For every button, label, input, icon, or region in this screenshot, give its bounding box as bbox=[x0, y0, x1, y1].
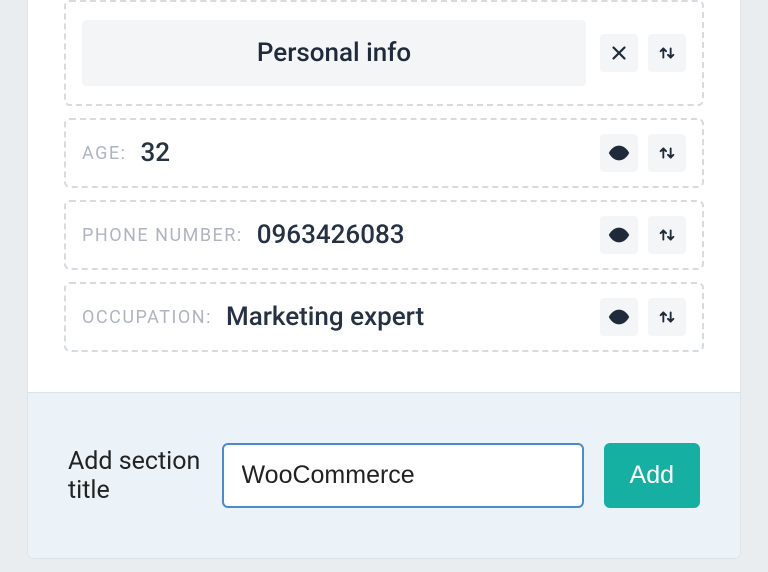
reorder-section-handle[interactable] bbox=[648, 34, 686, 72]
add-section-prompt: Add section title bbox=[68, 447, 202, 505]
sort-icon bbox=[656, 142, 678, 164]
section-header-actions bbox=[600, 34, 686, 72]
add-section-button[interactable]: Add bbox=[604, 443, 700, 508]
sort-icon bbox=[656, 306, 678, 328]
field-value: Marketing expert bbox=[226, 302, 586, 332]
section-list: Personal info AGE: 32 bbox=[28, 0, 740, 392]
toggle-visibility-button[interactable] bbox=[600, 134, 638, 172]
close-icon bbox=[608, 42, 630, 64]
eye-icon bbox=[608, 224, 630, 246]
section-title: Personal info bbox=[82, 20, 586, 86]
field-value: 32 bbox=[141, 138, 587, 168]
field-label: PHONE NUMBER: bbox=[82, 225, 243, 246]
reorder-field-handle[interactable] bbox=[648, 216, 686, 254]
field-label: OCCUPATION: bbox=[82, 307, 212, 328]
eye-icon bbox=[608, 142, 630, 164]
toggle-visibility-button[interactable] bbox=[600, 298, 638, 336]
field-actions bbox=[600, 134, 686, 172]
field-row: PHONE NUMBER: 0963426083 bbox=[64, 200, 704, 270]
section-header-card: Personal info bbox=[64, 0, 704, 106]
field-row: AGE: 32 bbox=[64, 118, 704, 188]
field-row: OCCUPATION: Marketing expert bbox=[64, 282, 704, 352]
field-value: 0963426083 bbox=[257, 220, 586, 250]
toggle-visibility-button[interactable] bbox=[600, 216, 638, 254]
add-section-bar: Add section title Add bbox=[28, 392, 740, 558]
sort-icon bbox=[656, 42, 678, 64]
sort-icon bbox=[656, 224, 678, 246]
eye-icon bbox=[608, 306, 630, 328]
reorder-field-handle[interactable] bbox=[648, 134, 686, 172]
add-section-input[interactable] bbox=[222, 443, 584, 508]
field-label: AGE: bbox=[82, 143, 127, 164]
remove-section-button[interactable] bbox=[600, 34, 638, 72]
field-actions bbox=[600, 298, 686, 336]
field-actions bbox=[600, 216, 686, 254]
reorder-field-handle[interactable] bbox=[648, 298, 686, 336]
profile-section-panel: Personal info AGE: 32 bbox=[28, 0, 740, 558]
